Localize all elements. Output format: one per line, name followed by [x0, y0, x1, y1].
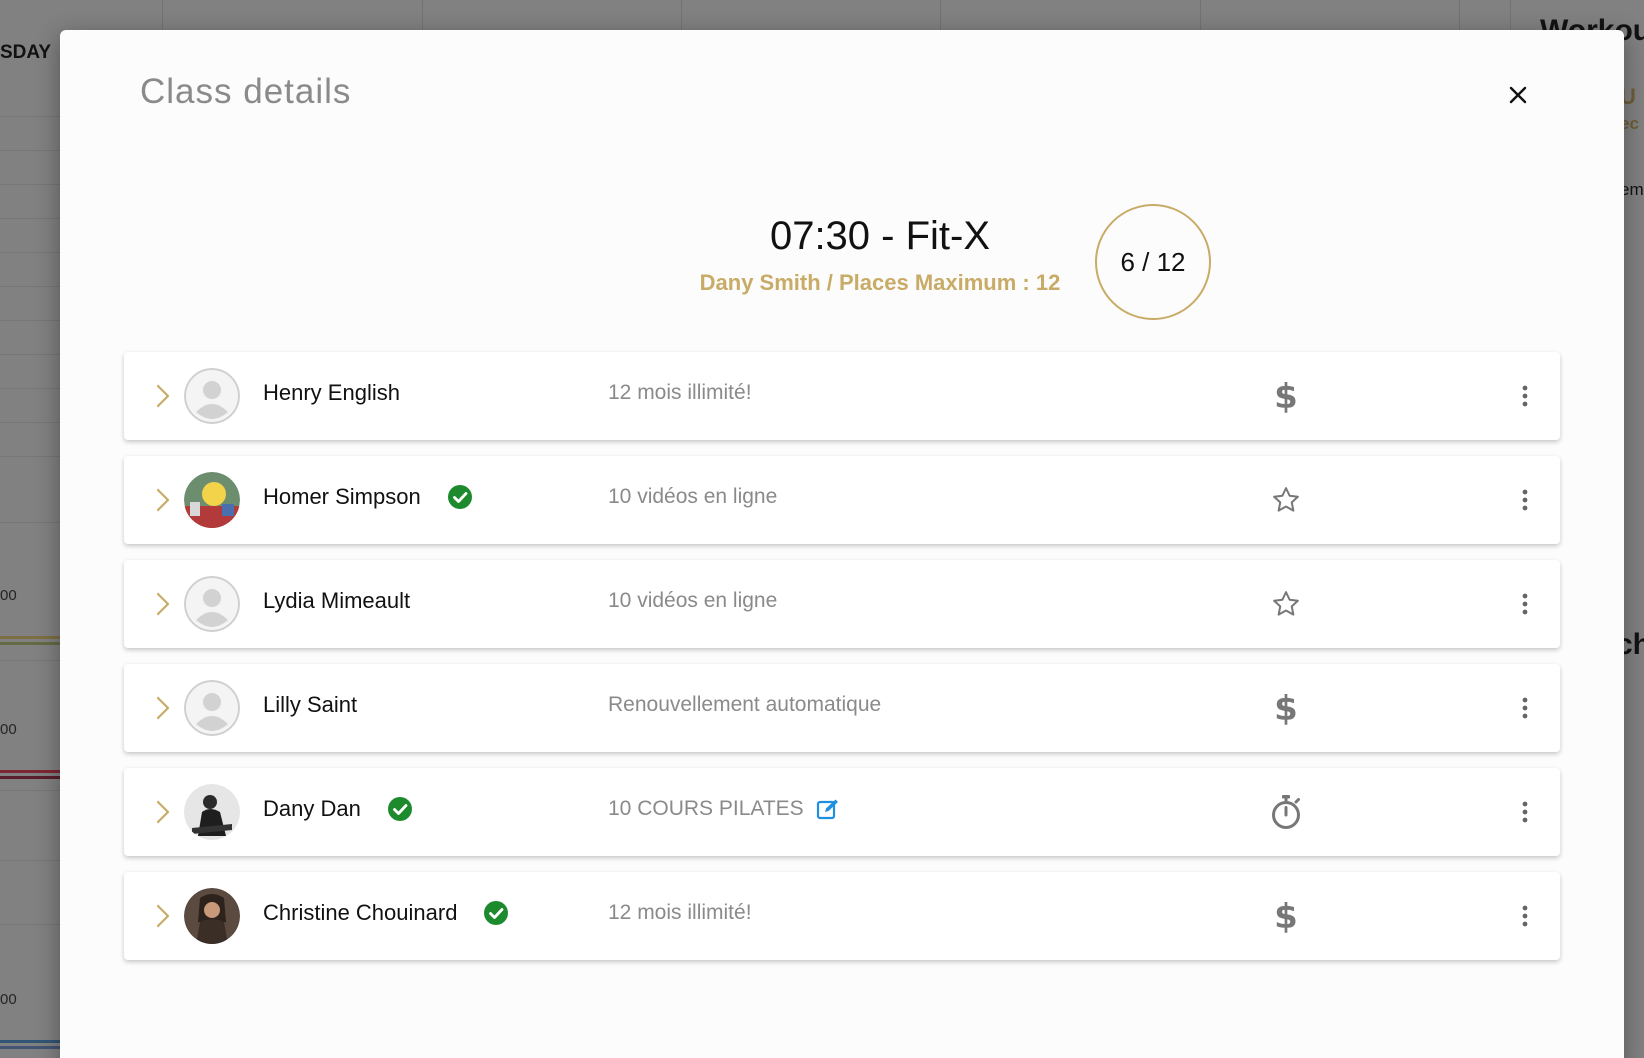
- more-vertical-icon: [1522, 801, 1528, 823]
- participant-name: Homer Simpson: [263, 484, 421, 509]
- more-options-button[interactable]: [1510, 381, 1540, 411]
- capacity-count: 6 / 12: [1120, 246, 1186, 277]
- class-instructor-capacity: Dany Smith / Places Maximum : 12: [699, 270, 1061, 295]
- dollar-icon: $: [1266, 896, 1306, 936]
- checked-in-icon: [447, 484, 473, 510]
- chevron-right-icon[interactable]: [148, 381, 178, 411]
- membership-plan: 10 vidéos en ligne: [608, 589, 778, 612]
- close-icon: [1509, 86, 1527, 104]
- star-icon: [1266, 480, 1306, 520]
- chevron-right-icon[interactable]: [148, 589, 178, 619]
- star-icon: [1266, 584, 1306, 624]
- stopwatch-icon: [1266, 792, 1306, 832]
- membership-plan: 12 mois illimité!: [608, 901, 752, 924]
- checked-in-icon: [483, 900, 509, 926]
- dollar-icon: $: [1266, 688, 1306, 728]
- more-options-button[interactable]: [1510, 901, 1540, 931]
- more-options-button[interactable]: [1510, 797, 1540, 827]
- chevron-right-icon[interactable]: [148, 485, 178, 515]
- avatar: [184, 368, 240, 424]
- more-vertical-icon: [1522, 593, 1528, 615]
- participant-row[interactable]: Henry English 12 mois illimité! $: [124, 352, 1560, 440]
- class-header: 07:30 - Fit-X Dany Smith / Places Maximu…: [650, 214, 1110, 296]
- membership-plan: Renouvellement automatique: [608, 693, 882, 716]
- avatar: [184, 576, 240, 632]
- chevron-right-icon[interactable]: [148, 693, 178, 723]
- avatar: [184, 472, 240, 528]
- capacity-badge: 6 / 12: [1095, 204, 1211, 320]
- modal-title: Class details: [140, 72, 352, 111]
- participant-name: Dany Dan: [263, 796, 361, 821]
- more-vertical-icon: [1522, 489, 1528, 511]
- participant-name: Henry English: [263, 380, 400, 405]
- more-vertical-icon: [1522, 385, 1528, 407]
- membership-plan: 10 vidéos en ligne: [608, 485, 778, 508]
- close-button[interactable]: [1501, 78, 1535, 112]
- participant-name: Christine Chouinard: [263, 900, 458, 925]
- avatar: [184, 784, 240, 840]
- membership-plan: 12 mois illimité!: [608, 381, 752, 404]
- class-title: 07:30 - Fit-X: [769, 214, 991, 258]
- svg-text:$: $: [1274, 378, 1298, 414]
- participant-row[interactable]: Christine Chouinard 12 mois illimité! $: [124, 872, 1560, 960]
- more-vertical-icon: [1522, 697, 1528, 719]
- participant-name: Lilly Saint: [263, 692, 358, 717]
- class-details-modal: Class details 07:30 - Fit-X Dany Smith /…: [60, 30, 1624, 1058]
- participant-row[interactable]: Lydia Mimeault 10 vidéos en ligne: [124, 560, 1560, 648]
- svg-text:$: $: [1274, 690, 1298, 726]
- checked-in-icon: [387, 796, 413, 822]
- participant-name: Lydia Mimeault: [263, 588, 411, 613]
- participant-row[interactable]: Dany Dan 10 COURS PILATES: [124, 768, 1560, 856]
- dollar-icon: $: [1266, 376, 1306, 416]
- more-options-button[interactable]: [1510, 693, 1540, 723]
- edit-icon[interactable]: [816, 798, 840, 820]
- more-options-button[interactable]: [1510, 485, 1540, 515]
- membership-plan: 10 COURS PILATES: [608, 797, 804, 820]
- chevron-right-icon[interactable]: [148, 797, 178, 827]
- participant-list: Henry English 12 mois illimité! $ Homer …: [124, 352, 1560, 976]
- svg-text:$: $: [1274, 898, 1298, 934]
- participant-row[interactable]: Homer Simpson 10 vidéos en ligne: [124, 456, 1560, 544]
- avatar: [184, 680, 240, 736]
- participant-row[interactable]: Lilly Saint Renouvellement automatique $: [124, 664, 1560, 752]
- more-options-button[interactable]: [1510, 589, 1540, 619]
- chevron-right-icon[interactable]: [148, 901, 178, 931]
- avatar: [184, 888, 240, 944]
- more-vertical-icon: [1522, 905, 1528, 927]
